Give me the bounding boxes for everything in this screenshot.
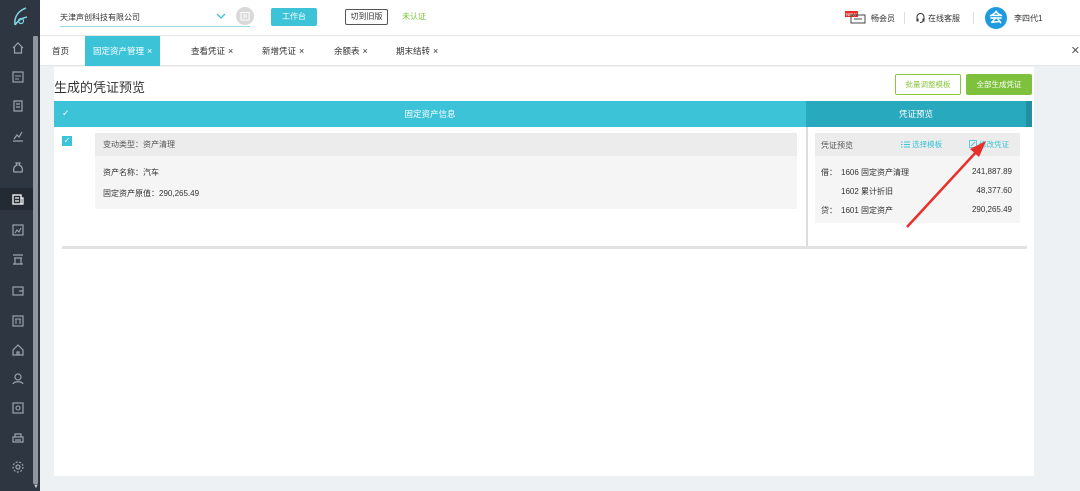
main-content: 生成的凭证预览 批量调整模板 全部生成凭证 固定资产信息 ✓ 凭证预览 ✓ 变动… bbox=[54, 67, 1034, 476]
edit-voucher-link[interactable]: 修改凭证 bbox=[969, 139, 1009, 150]
entry-account: 1601 固定资产 bbox=[841, 206, 894, 215]
online-service-link[interactable]: 在线客服 bbox=[928, 13, 960, 24]
voucher-preview-card: 凭证预览 选择模板 修改凭证 借： 1606 固定资产清理 241,887.89 … bbox=[815, 133, 1020, 223]
home-icon[interactable] bbox=[10, 40, 26, 56]
tab-label: 查看凭证 bbox=[191, 46, 226, 56]
close-icon[interactable]: × bbox=[433, 46, 438, 56]
select-template-link[interactable]: 选择模板 bbox=[901, 139, 942, 150]
user-icon[interactable] bbox=[10, 371, 26, 387]
tab-new-voucher[interactable]: 新增凭证 × bbox=[254, 36, 312, 66]
settings-icon[interactable] bbox=[10, 459, 26, 475]
archive-icon[interactable] bbox=[10, 400, 26, 416]
row-divider bbox=[62, 246, 1027, 249]
top-bar: 天津声创科技有限公司 工作台 切到旧版 未认证 NEW 畅会员 在线客服 会 李… bbox=[40, 0, 1080, 36]
unverified-status[interactable]: 未认证 bbox=[402, 11, 426, 22]
username[interactable]: 李四代1 bbox=[1014, 13, 1042, 24]
tab-balance-sheet[interactable]: 余额表 × bbox=[326, 36, 376, 66]
voucher-preview-title: 凭证预览 bbox=[821, 141, 853, 150]
edit-icon bbox=[969, 140, 977, 148]
logo-icon bbox=[14, 7, 28, 26]
tab-bar: 首页 固定资产管理 × 查看凭证 × 新增凭证 × 余额表 × 期末结转 × ✕ bbox=[40, 36, 1080, 66]
chevron-down-icon[interactable] bbox=[216, 12, 226, 20]
generate-all-vouchers-button[interactable]: 全部生成凭证 bbox=[966, 74, 1032, 95]
batch-adjust-template-button[interactable]: 批量调整模板 bbox=[895, 74, 961, 95]
invoice-icon[interactable] bbox=[10, 313, 26, 329]
page-title: 生成的凭证预览 bbox=[54, 80, 146, 95]
chart-icon[interactable] bbox=[10, 128, 26, 144]
entry-amount: 48,377.60 bbox=[976, 186, 1012, 195]
row-checkbox[interactable]: ✓ bbox=[62, 136, 72, 146]
asset-icon[interactable] bbox=[10, 191, 26, 207]
entry-account: 1606 固定资产清理 bbox=[841, 168, 910, 177]
close-icon[interactable]: × bbox=[228, 46, 233, 56]
calendar-button[interactable] bbox=[236, 7, 254, 25]
tab-label: 余额表 bbox=[334, 46, 360, 56]
avatar[interactable]: 会 bbox=[985, 7, 1007, 29]
entry-direction: 贷： bbox=[821, 206, 837, 215]
document-icon[interactable] bbox=[10, 98, 26, 114]
select-template-label: 选择模板 bbox=[912, 140, 943, 149]
table-header-edge bbox=[1026, 101, 1032, 127]
voucher-preview-header: 凭证预览 bbox=[806, 101, 1026, 127]
entry-direction: 借： bbox=[821, 168, 837, 177]
change-type: 变动类型：资产清理 bbox=[95, 133, 797, 156]
headset-icon[interactable] bbox=[915, 12, 926, 23]
workbench-button[interactable]: 工作台 bbox=[271, 8, 317, 26]
calendar-icon bbox=[240, 12, 250, 21]
list-icon bbox=[901, 141, 910, 148]
close-icon[interactable]: × bbox=[147, 46, 152, 56]
tab-fixed-asset-management[interactable]: 固定资产管理 × bbox=[85, 36, 161, 66]
asset-info-card: 变动类型：资产清理 资产名称：汽车 固定资产原值：290,265.49 bbox=[95, 133, 797, 209]
divider bbox=[904, 12, 905, 24]
tab-view-voucher[interactable]: 查看凭证 × bbox=[183, 36, 241, 66]
asset-name: 资产名称：汽车 bbox=[103, 168, 159, 177]
tab-label: 新增凭证 bbox=[262, 46, 297, 56]
money-bag-icon[interactable] bbox=[10, 160, 26, 176]
wallet-icon[interactable] bbox=[10, 282, 26, 298]
column-divider bbox=[806, 127, 808, 247]
entry-account: 1602 累计折旧 bbox=[841, 187, 894, 196]
divider bbox=[973, 12, 974, 24]
vip-label[interactable]: 畅会员 bbox=[871, 13, 895, 24]
tab-label: 固定资产管理 bbox=[93, 46, 145, 56]
asset-info-header: 固定资产信息 bbox=[404, 109, 456, 119]
select-all-checkbox[interactable]: ✓ bbox=[62, 108, 70, 119]
tab-home[interactable]: 首页 bbox=[44, 36, 77, 66]
company-name: 天津声创科技有限公司 bbox=[60, 13, 140, 22]
voucher-preview-head: 凭证预览 选择模板 修改凭证 bbox=[815, 133, 1020, 156]
tab-period-end-transfer[interactable]: 期末结转 × bbox=[388, 36, 446, 66]
report-icon[interactable] bbox=[10, 222, 26, 238]
voucher-icon[interactable] bbox=[10, 69, 26, 85]
close-icon[interactable]: × bbox=[299, 46, 304, 56]
close-all-tabs-icon[interactable]: ✕ bbox=[1071, 44, 1080, 57]
edit-voucher-label: 修改凭证 bbox=[979, 140, 1010, 149]
switch-old-version-button[interactable]: 切到旧版 bbox=[345, 9, 388, 25]
entry-amount: 290,265.49 bbox=[971, 205, 1012, 214]
table-header: 固定资产信息 ✓ 凭证预览 bbox=[54, 101, 1026, 127]
vip-icon[interactable]: NEW bbox=[845, 11, 867, 24]
voucher-line: 借： 1606 固定资产清理 bbox=[821, 167, 909, 178]
sidebar-scrollbar[interactable] bbox=[33, 36, 38, 484]
tab-label: 期末结转 bbox=[396, 46, 431, 56]
scroll-down-icon[interactable]: ▼ bbox=[33, 484, 39, 491]
tab-label: 首页 bbox=[52, 46, 70, 56]
entry-amount: 241,887.89 bbox=[971, 167, 1012, 176]
tax-icon[interactable] bbox=[10, 251, 26, 267]
asset-original-value: 固定资产原值：290,265.49 bbox=[103, 189, 200, 198]
left-sidebar: ▼ bbox=[0, 0, 40, 491]
close-icon[interactable]: × bbox=[363, 46, 368, 56]
print-icon[interactable] bbox=[10, 430, 26, 446]
house-icon[interactable] bbox=[10, 342, 26, 358]
voucher-line: 贷： 1601 固定资产 bbox=[821, 205, 893, 216]
voucher-line: 1602 累计折旧 bbox=[821, 186, 893, 197]
